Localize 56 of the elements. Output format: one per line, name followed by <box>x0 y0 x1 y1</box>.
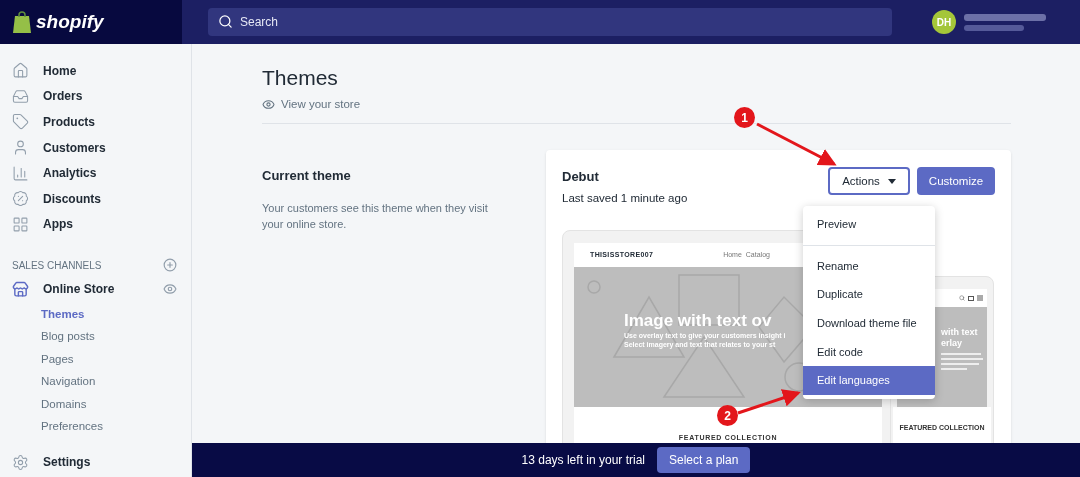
search-field[interactable]: Search <box>208 8 892 36</box>
nav-item[interactable]: Customers <box>12 134 179 161</box>
theme-name: Debut <box>562 168 600 187</box>
hero-title: with text <box>941 327 978 338</box>
subnav-item[interactable]: Blog posts <box>12 325 179 349</box>
caret-icon <box>887 178 896 184</box>
nav-icon <box>12 215 29 233</box>
menu-item[interactable]: Preview <box>803 210 935 239</box>
section-title: Current theme <box>262 167 352 186</box>
actions-button[interactable]: Actions <box>828 167 910 196</box>
menu-item[interactable]: Edit languages <box>803 366 935 395</box>
bag-icon <box>968 295 974 301</box>
nav-icon <box>12 113 29 131</box>
view-store-link[interactable]: View your store <box>262 96 361 114</box>
nav-icon <box>12 164 29 182</box>
hero-title: erlay <box>941 338 963 349</box>
section-description: Your customers see this theme when they visit your online store. <box>262 200 489 232</box>
nav-item[interactable]: Settings <box>12 454 179 471</box>
arrow <box>737 389 801 415</box>
add-icon[interactable] <box>163 258 177 273</box>
menu-item[interactable]: Edit code <box>803 337 935 367</box>
menu-item[interactable]: Duplicate <box>803 280 935 310</box>
subnav-item[interactable]: Pages <box>12 348 179 371</box>
nav-item[interactable]: Apps <box>12 211 179 238</box>
nav-icon <box>12 87 29 105</box>
page-title: Themes <box>262 65 339 91</box>
subnav-item[interactable]: Navigation <box>12 370 179 394</box>
trial-text: 13 days left in your trial <box>521 452 645 469</box>
menu-icon <box>977 295 983 301</box>
hero-title: Image with text ov <box>624 311 772 331</box>
subnav-item[interactable]: Themes <box>12 303 179 326</box>
eye-icon[interactable] <box>163 282 177 297</box>
shopping-bag-icon <box>12 11 32 33</box>
nav-item[interactable]: Analytics <box>12 160 179 186</box>
nav-item[interactable]: Products <box>12 109 179 135</box>
menu-item[interactable]: Rename <box>803 251 935 281</box>
subnav-item[interactable]: Preferences <box>12 415 179 439</box>
nav-icon <box>12 139 29 157</box>
menu-item[interactable]: Download theme file <box>803 309 935 338</box>
gear-icon <box>12 453 29 471</box>
section-heading: SALES CHANNELS <box>12 258 102 273</box>
search-icon <box>218 14 233 29</box>
search-icon <box>959 295 965 301</box>
eye-icon <box>262 98 275 112</box>
nav-icon <box>12 62 29 80</box>
saved-time: Last saved 1 minute ago <box>562 190 688 206</box>
customize-button[interactable]: Customize <box>917 167 995 196</box>
nav-icon <box>12 190 29 208</box>
nav-item[interactable]: Home <box>12 58 179 84</box>
step-badge: 1 <box>734 107 755 128</box>
store-icon <box>12 280 29 298</box>
nav-item[interactable]: Discounts <box>12 185 179 212</box>
subnav-item[interactable]: Domains <box>12 393 179 416</box>
nav-item[interactable]: Orders <box>12 83 179 110</box>
nav-item[interactable]: Online Store <box>12 280 115 299</box>
select-plan-button[interactable]: Select a plan <box>657 447 751 473</box>
